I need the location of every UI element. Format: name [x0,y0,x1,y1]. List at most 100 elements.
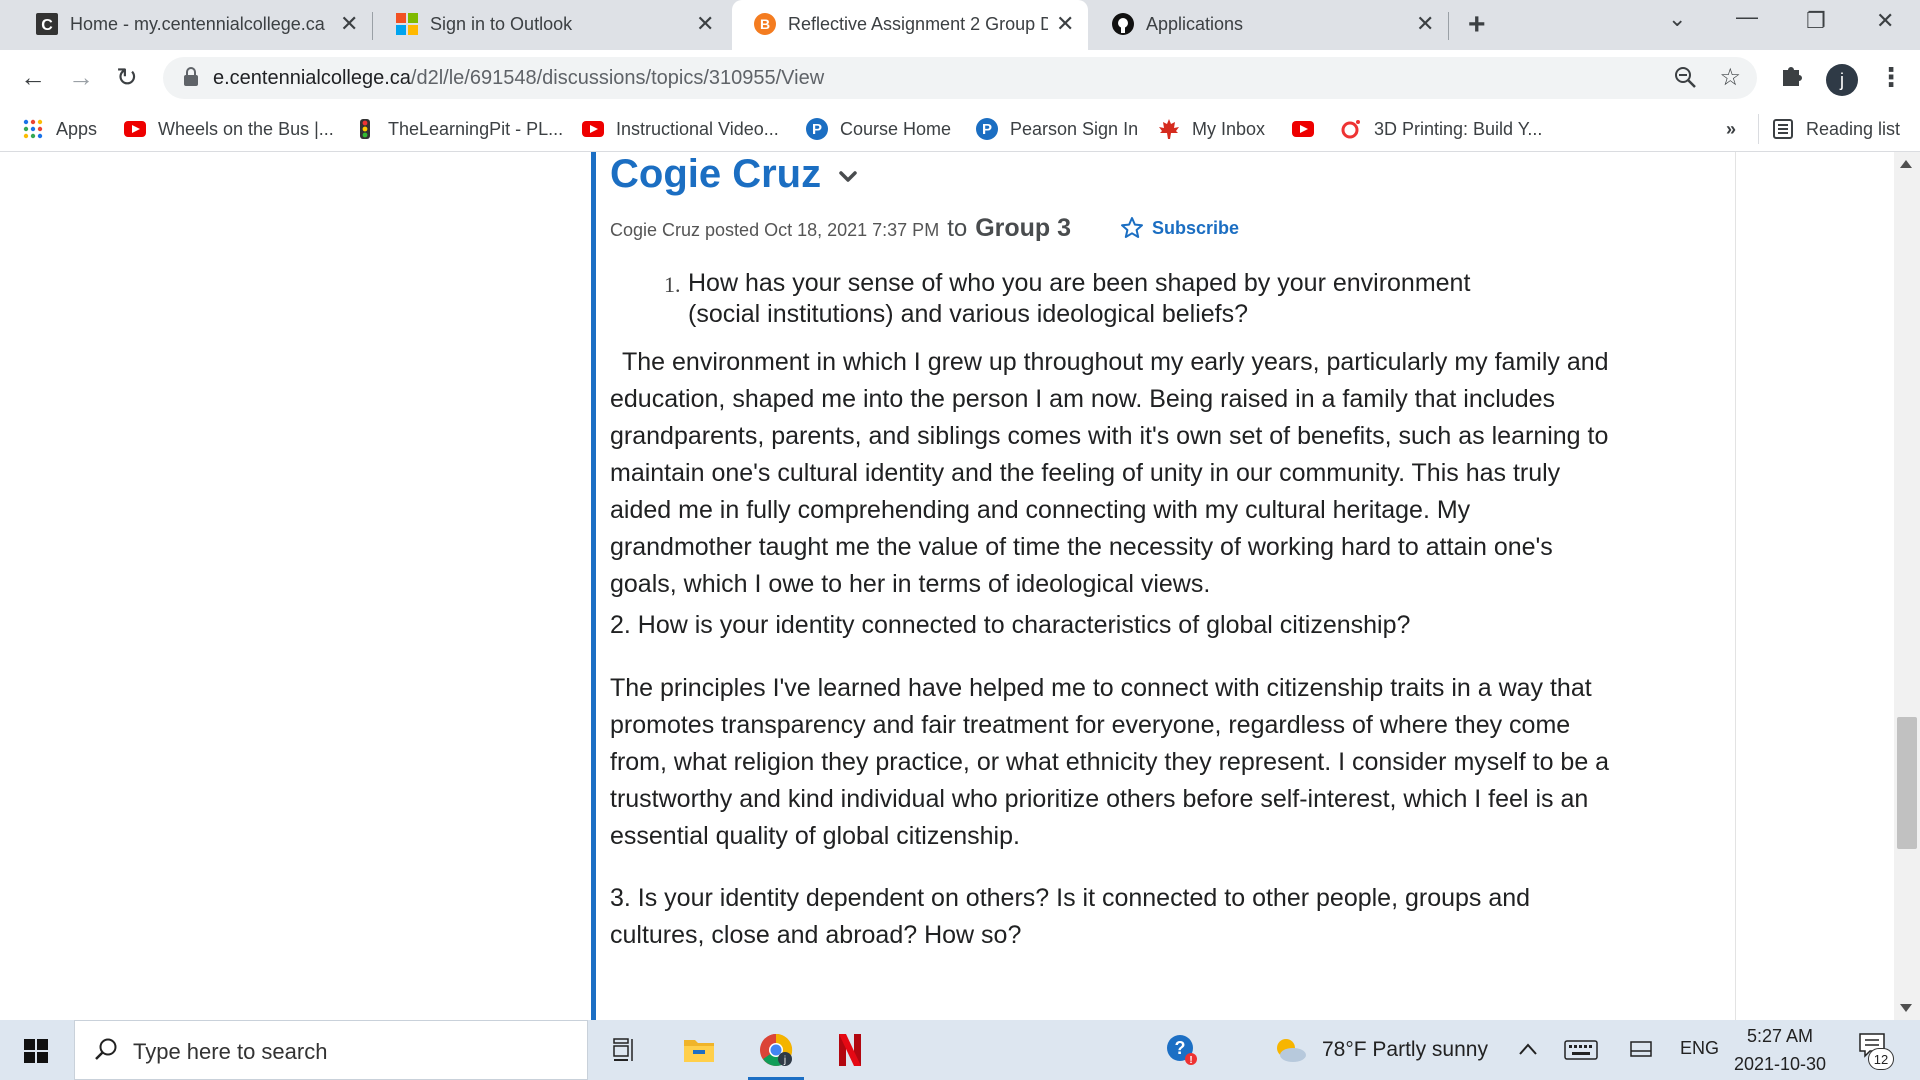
file-explorer-icon [684,1040,714,1062]
bookmark-label: 3D Printing: Build Y... [1374,118,1543,139]
tab-outlook[interactable]: Sign in to Outlook ✕ [374,0,730,50]
tab-title: Applications [1146,14,1244,34]
chevron-down-icon[interactable] [838,170,858,184]
taskbar-search-box[interactable]: Type here to search [74,1020,588,1080]
tab-title: Home - my.centennialcollege.ca [70,14,325,34]
svg-text:B: B [760,16,770,32]
discussion-post-page: Cogie Cruz Cogie Cruz posted Oct 18, 202… [0,152,1920,1020]
page-scrollbar[interactable] [1894,152,1920,1020]
bookmark-youtube[interactable] [1292,116,1326,142]
forward-button[interactable]: → [68,62,94,92]
chevron-up-icon[interactable] [1518,1042,1538,1056]
avatar[interactable]: j [1826,64,1858,96]
task-view-icon [613,1038,633,1061]
question-2: 2. How is your identity connected to cha… [610,611,1411,639]
scroll-down-arrow[interactable] [1900,1004,1912,1012]
question-1-text: How has your sense of who you are been s… [688,269,1471,328]
answer-2: The principles I've learned have helped … [610,674,1610,850]
subscribe-button[interactable]: Subscribe [1120,216,1239,240]
url-path: /d2l/le/691548/discussions/topics/310955… [410,67,825,89]
tab-reflective-assignment[interactable]: B Reflective Assignment 2 Group D ✕ [732,0,1088,50]
url-host: e.centennialcollege.ca [213,67,411,89]
bookmark-label: Pearson Sign In [1010,118,1139,139]
bookmark-course-home[interactable]: P Course Home [806,116,951,142]
svg-text:j: j [783,1055,786,1066]
restore-button[interactable]: ❐ [1806,8,1826,34]
github-icon [1112,13,1134,35]
bookmark-3d-printing[interactable]: 3D Printing: Build Y... [1340,116,1542,142]
bookmark-wheels-on-the-bus[interactable]: Wheels on the Bus |... [124,116,334,142]
back-button[interactable]: ← [20,62,46,92]
display-icon[interactable] [1630,1040,1652,1060]
notification-count-badge: 12 [1868,1048,1894,1070]
reload-button[interactable]: ↻ [116,62,138,92]
window-close-button[interactable]: ✕ [1876,8,1894,34]
reading-list-label: Reading list [1806,118,1901,139]
tab-centennial-home[interactable]: C Home - my.centennialcollege.ca ✕ [14,0,370,50]
bookmark-label: Instructional Video... [616,118,779,139]
ring-icon [1340,118,1362,140]
answer-1: The environment in which I grew up throu… [610,348,1609,598]
post-meta: Cogie Cruz posted Oct 18, 2021 7:37 PM t… [610,214,1071,243]
windows-taskbar: Type here to search j ?! 78°F Partly sun… [0,1020,1920,1080]
tab-strip: C Home - my.centennialcollege.ca ✕ Sign … [0,0,1920,50]
post-accent-rule [591,152,596,1020]
address-bar[interactable]: e.centennialcollege.ca/d2l/le/691548/dis… [163,57,1757,99]
bookmark-star-icon[interactable]: ☆ [1719,63,1741,92]
bookmark-learning-pit[interactable]: TheLearningPit - PL... [354,116,563,142]
clock-time[interactable]: 5:27 AM [1720,1026,1840,1047]
post-title[interactable]: Cogie Cruz [610,152,821,197]
bookmark-label: Course Home [840,118,952,139]
new-tab-button[interactable]: + [1468,10,1486,40]
tab-separator [372,12,373,40]
youtube-icon [582,118,604,140]
bookmarks-bar: Apps Wheels on the Bus |... TheLearningP… [0,106,1920,152]
post-group: Group 3 [975,214,1072,242]
browser-menu-icon[interactable]: ⋮ [1878,62,1904,93]
file-explorer-button[interactable] [665,1020,733,1080]
star-outline-icon [1121,217,1143,238]
svg-text:!: ! [1189,1055,1192,1066]
weather-text[interactable]: 78°F Partly sunny [1322,1038,1488,1062]
scrollbar-thumb[interactable] [1897,717,1917,849]
close-icon[interactable]: ✕ [340,11,358,37]
task-view-button[interactable] [590,1020,658,1080]
bookmark-pearson-sign-in[interactable]: P Pearson Sign In [976,116,1138,142]
language-indicator[interactable]: ENG [1680,1038,1719,1059]
keyboard-icon[interactable] [1564,1040,1598,1060]
bookmark-apps[interactable]: Apps [22,116,97,142]
zoom-icon[interactable] [1673,65,1697,89]
tab-search-icon[interactable]: ⌄ [1668,6,1686,32]
reading-list-button[interactable]: Reading list [1772,116,1900,142]
bookmark-instructional-video[interactable]: Instructional Video... [582,116,779,142]
close-icon[interactable]: ✕ [696,11,714,37]
netflix-icon [839,1034,861,1066]
youtube-icon [1292,118,1314,140]
extensions-icon[interactable] [1779,62,1805,88]
clock-date[interactable]: 2021-10-30 [1720,1054,1840,1075]
svg-text:?: ? [1175,1038,1186,1058]
brightspace-icon: B [754,13,776,35]
bookmark-my-inbox[interactable]: My Inbox [1158,116,1265,142]
scroll-up-arrow[interactable] [1900,160,1912,168]
minimize-button[interactable]: — [1736,4,1758,30]
question-3: 3. Is your identity dependent on others?… [610,884,1531,949]
tab-title: Reflective Assignment 2 Group D [788,14,1048,34]
chrome-taskbar-button[interactable]: j [742,1020,810,1080]
close-icon[interactable]: ✕ [1056,11,1074,37]
bookmarks-overflow-button[interactable]: » [1726,116,1736,142]
apps-grid-icon [22,118,44,140]
windows-start-icon[interactable] [24,1039,48,1063]
close-icon[interactable]: ✕ [1416,11,1434,37]
pearson-icon: P [976,118,998,140]
bookmark-label: My Inbox [1192,118,1266,139]
url-text[interactable]: e.centennialcollege.ca/d2l/le/691548/dis… [213,67,824,90]
lock-icon[interactable] [183,67,199,87]
microsoft-icon [396,13,418,35]
help-tray-button[interactable]: ?! [1148,1020,1216,1080]
partly-sunny-icon[interactable] [1272,1036,1308,1064]
pearson-icon: P [806,118,828,140]
netflix-taskbar-button[interactable] [816,1020,884,1080]
question-1: 1. How has your sense of who you are bee… [664,268,1524,330]
tab-applications[interactable]: Applications ✕ [1090,0,1446,50]
